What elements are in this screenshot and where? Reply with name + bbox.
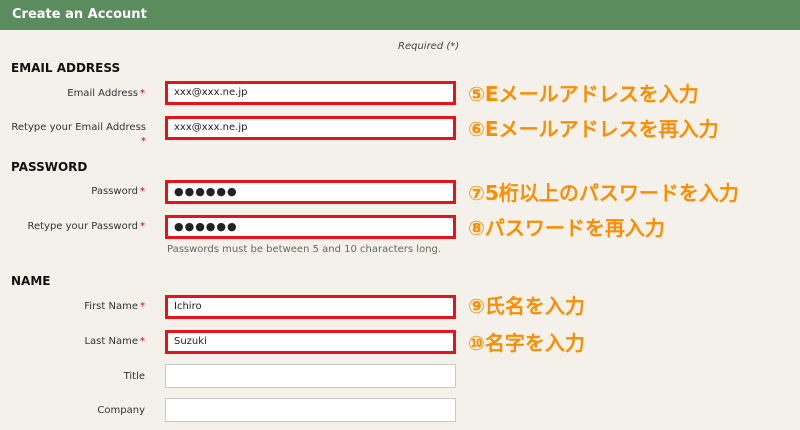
email-field[interactable]: xxx@xxx.ne.jp [165,81,456,105]
company-field[interactable] [165,398,456,422]
password-field[interactable]: ●●●●●● [165,180,456,204]
password-label: Password * [91,186,145,197]
annotation-retype-password: ⑧パスワードを再入力 [468,216,665,240]
title-label: Title [123,371,145,382]
page-title: Create an Account [12,7,147,22]
last-name-field[interactable]: Suzuki [165,330,456,354]
required-note: Required (*) [398,41,460,52]
retype-password-label: Retype your Password * [27,221,145,232]
section-password-heading: PASSWORD [11,160,88,174]
annotation-last-name: ⑩名字を入力 [468,331,585,355]
retype-email-label: Retype your Email Address * [11,122,146,147]
annotation-password: ⑦5桁以上のパスワードを入力 [468,181,739,205]
retype-password-field[interactable]: ●●●●●● [165,215,456,239]
required-star: * [141,136,146,147]
required-star: * [140,186,145,197]
first-name-label: First Name * [84,301,145,312]
password-hint: Passwords must be between 5 and 10 chara… [167,244,442,255]
annotation-retype-email: ⑥Eメールアドレスを再入力 [468,117,719,141]
section-name-heading: NAME [11,274,51,288]
annotation-email: ⑤Eメールアドレスを入力 [468,82,699,106]
company-label: Company [97,405,145,416]
annotation-first-name: ⑨氏名を入力 [468,294,585,318]
required-star: * [140,336,145,347]
last-name-label: Last Name * [84,336,145,347]
form-header: Create an Account [0,0,800,30]
section-email-heading: EMAIL ADDRESS [11,61,121,75]
email-label: Email Address * [67,88,145,99]
title-field[interactable] [165,364,456,388]
required-star: * [140,88,145,99]
required-star: * [140,301,145,312]
required-star: * [140,221,145,232]
first-name-field[interactable]: Ichiro [165,295,456,319]
retype-email-field[interactable]: xxx@xxx.ne.jp [165,116,456,140]
